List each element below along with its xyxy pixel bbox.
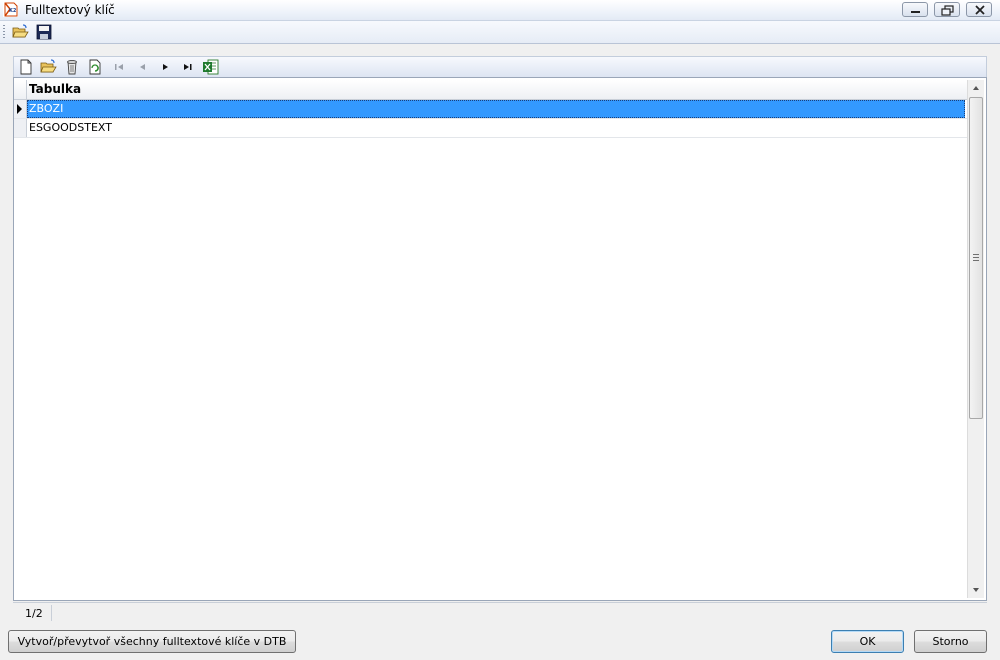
header-row-indicator xyxy=(14,80,27,99)
table-row[interactable]: ESGOODSTEXT xyxy=(14,119,967,138)
rebuild-fulltext-keys-button[interactable]: Vytvoř/převytvoř všechny fulltextové klí… xyxy=(8,630,296,653)
first-record-icon[interactable] xyxy=(110,58,128,76)
refresh-icon[interactable] xyxy=(86,58,104,76)
table-cell[interactable]: ESGOODSTEXT xyxy=(27,119,965,137)
new-record-icon[interactable] xyxy=(17,58,35,76)
save-disk-icon[interactable] xyxy=(35,23,53,41)
record-position: 1/2 xyxy=(25,607,43,620)
scroll-up-icon[interactable] xyxy=(968,80,984,96)
next-record-icon[interactable] xyxy=(157,58,175,76)
scrollbar-thumb[interactable] xyxy=(969,97,983,419)
cancel-button[interactable]: Storno xyxy=(914,630,987,653)
status-bar: 1/2 xyxy=(13,602,987,622)
app-logo-icon: K2 xyxy=(3,2,18,17)
open-folder-icon[interactable] xyxy=(11,23,29,41)
minimize-button[interactable] xyxy=(902,2,928,17)
table-row[interactable]: ZBOZI xyxy=(14,100,967,119)
grid-header: Tabulka xyxy=(14,80,967,100)
open-record-icon[interactable] xyxy=(39,58,57,76)
scroll-down-icon[interactable] xyxy=(968,582,984,598)
row-indicator xyxy=(14,100,27,118)
restore-icon xyxy=(941,5,954,16)
navigator-toolbar xyxy=(13,56,987,77)
svg-text:K2: K2 xyxy=(9,8,17,14)
toolbar-grip[interactable] xyxy=(3,25,5,39)
data-grid: Tabulka ZBOZI ESGOODSTEXT xyxy=(13,77,987,601)
excel-export-icon[interactable] xyxy=(202,58,220,76)
title-bar: K2 Fulltextový klíč xyxy=(0,0,1000,21)
close-icon xyxy=(975,5,985,15)
previous-record-icon[interactable] xyxy=(133,58,151,76)
ok-button[interactable]: OK xyxy=(831,630,904,653)
row-indicator xyxy=(14,119,27,137)
thumb-grip xyxy=(973,254,979,261)
column-header-tabulka[interactable]: Tabulka xyxy=(29,82,81,96)
minimize-icon xyxy=(911,11,920,13)
current-row-arrow-icon xyxy=(17,104,22,114)
restore-button[interactable] xyxy=(934,2,960,17)
main-toolbar xyxy=(0,21,1000,44)
vertical-scrollbar[interactable] xyxy=(967,80,984,598)
close-button[interactable] xyxy=(966,2,992,17)
delete-record-icon[interactable] xyxy=(63,58,81,76)
status-divider xyxy=(51,605,52,621)
table-cell[interactable]: ZBOZI xyxy=(27,100,965,118)
last-record-icon[interactable] xyxy=(179,58,197,76)
window-title: Fulltextový klíč xyxy=(25,3,115,17)
